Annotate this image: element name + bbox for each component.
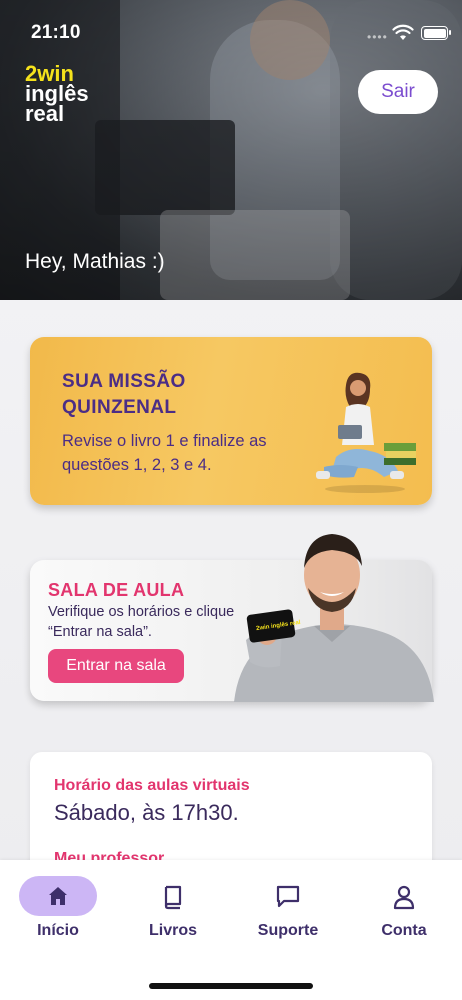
teacher-photo: 2win inglês real	[234, 534, 434, 702]
home-indicator[interactable]	[149, 983, 313, 989]
student-illustration	[316, 372, 416, 493]
classroom-description: Verifique os horários e clique “Entrar n…	[48, 604, 235, 640]
mission-title: SUA MISSÃO QUINZENAL	[62, 371, 186, 418]
nav-item-livros[interactable]: Livros	[123, 876, 223, 946]
nav-label-inicio: Início	[37, 922, 79, 939]
home-icon	[49, 887, 67, 905]
mission-card[interactable]: SUA MISSÃO QUINZENAL Revise o livro 1 e …	[30, 337, 432, 505]
greeting-text: Hey, Mathias :)	[25, 250, 165, 273]
schedule-label: Horário das aulas virtuais	[54, 777, 250, 794]
battery-icon	[421, 26, 451, 40]
nav-item-inicio[interactable]: Início	[8, 876, 108, 946]
status-time: 21:10	[31, 22, 81, 43]
wifi-icon	[392, 24, 414, 40]
nav-item-conta[interactable]: Conta	[354, 876, 454, 946]
mission-description: Revise o livro 1 e finalize as questões …	[62, 432, 267, 474]
logo-line-3: real	[25, 101, 65, 126]
schedule-value: Sábado, às 17h30.	[54, 800, 239, 825]
chat-icon	[276, 885, 300, 908]
nav-label-livros: Livros	[148, 922, 197, 939]
nav-label-conta: Conta	[381, 922, 427, 939]
logout-button[interactable]: Sair	[358, 70, 438, 114]
nav-label-suporte: Suporte	[257, 922, 319, 939]
classroom-title: SALA DE AULA	[48, 580, 185, 600]
enter-classroom-button[interactable]: Entrar na sala	[48, 649, 184, 683]
app-screen: 21:10 •••• 2win inglês real Sair Hey, Ma…	[0, 0, 462, 1000]
signal-icon: ••••	[367, 30, 388, 44]
user-icon	[393, 885, 415, 910]
book-icon	[164, 885, 182, 910]
status-bar: 21:10 ••••	[0, 0, 462, 62]
bottom-navigation: Início Livros Suporte Conta	[0, 860, 462, 1000]
app-logo: 2win inglês real	[25, 63, 115, 128]
nav-item-suporte[interactable]: Suporte	[238, 876, 338, 946]
